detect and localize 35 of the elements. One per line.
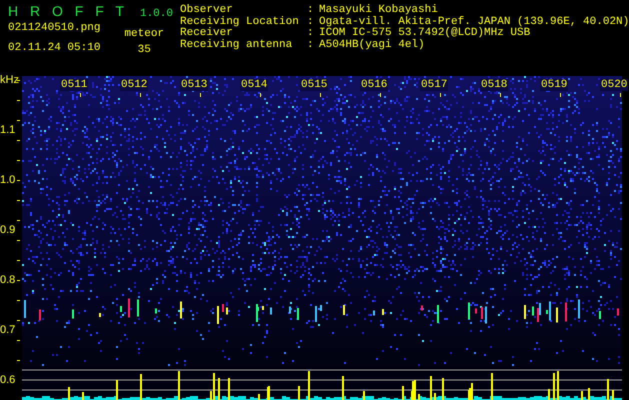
info-separator: : xyxy=(307,40,315,51)
frequency-label: 0.6 xyxy=(0,373,16,387)
info-label: Receiving Location xyxy=(180,16,300,28)
info-value: A504HB(yagi 4el) xyxy=(319,40,425,51)
meteor-label: meteor xyxy=(124,28,164,40)
frequency-label: 1.0 xyxy=(0,173,16,187)
info-value: ICOM IC-575 53.7492(@LCD)MHz USB xyxy=(319,28,530,39)
app-version: 1.0.0 xyxy=(140,8,173,20)
info-label: Receiving antenna xyxy=(180,40,294,51)
frequency-label: 1.1 xyxy=(0,123,16,137)
info-label: Receiver xyxy=(180,28,234,39)
info-separator: : xyxy=(307,28,315,40)
time-label: 0515 xyxy=(300,79,328,91)
frequency-label: 0.8 xyxy=(0,273,16,287)
frequency-label: 0.7 xyxy=(0,323,16,337)
info-value: Masayuki Kobayashi xyxy=(319,5,438,16)
frequency-label: 0.9 xyxy=(0,223,16,237)
time-label: 0512 xyxy=(120,79,148,91)
info-separator: : xyxy=(307,16,315,28)
time-label: 0517 xyxy=(420,79,448,91)
time-label: 0511 xyxy=(60,79,88,91)
time-label: 0513 xyxy=(180,79,208,91)
meteor-count: 35 xyxy=(138,44,151,56)
frequency-unit: kHz xyxy=(0,74,19,86)
app-name: H R O F F T xyxy=(8,3,128,19)
info-value: Ogata-vill. Akita-Pref. JAPAN (139.96E, 40.02N) xyxy=(319,16,629,28)
time-label: 0520 xyxy=(600,79,628,91)
time-label: 0518 xyxy=(480,79,508,91)
info-separator: : xyxy=(307,5,315,16)
time-label: 0516 xyxy=(360,79,388,91)
file-name: 0211240510.png xyxy=(8,22,100,34)
info-label: Observer xyxy=(180,5,234,16)
time-label: 0514 xyxy=(240,79,268,91)
time-label: 0519 xyxy=(540,79,568,91)
date-time: 02.11.24 05:10 xyxy=(8,42,100,54)
